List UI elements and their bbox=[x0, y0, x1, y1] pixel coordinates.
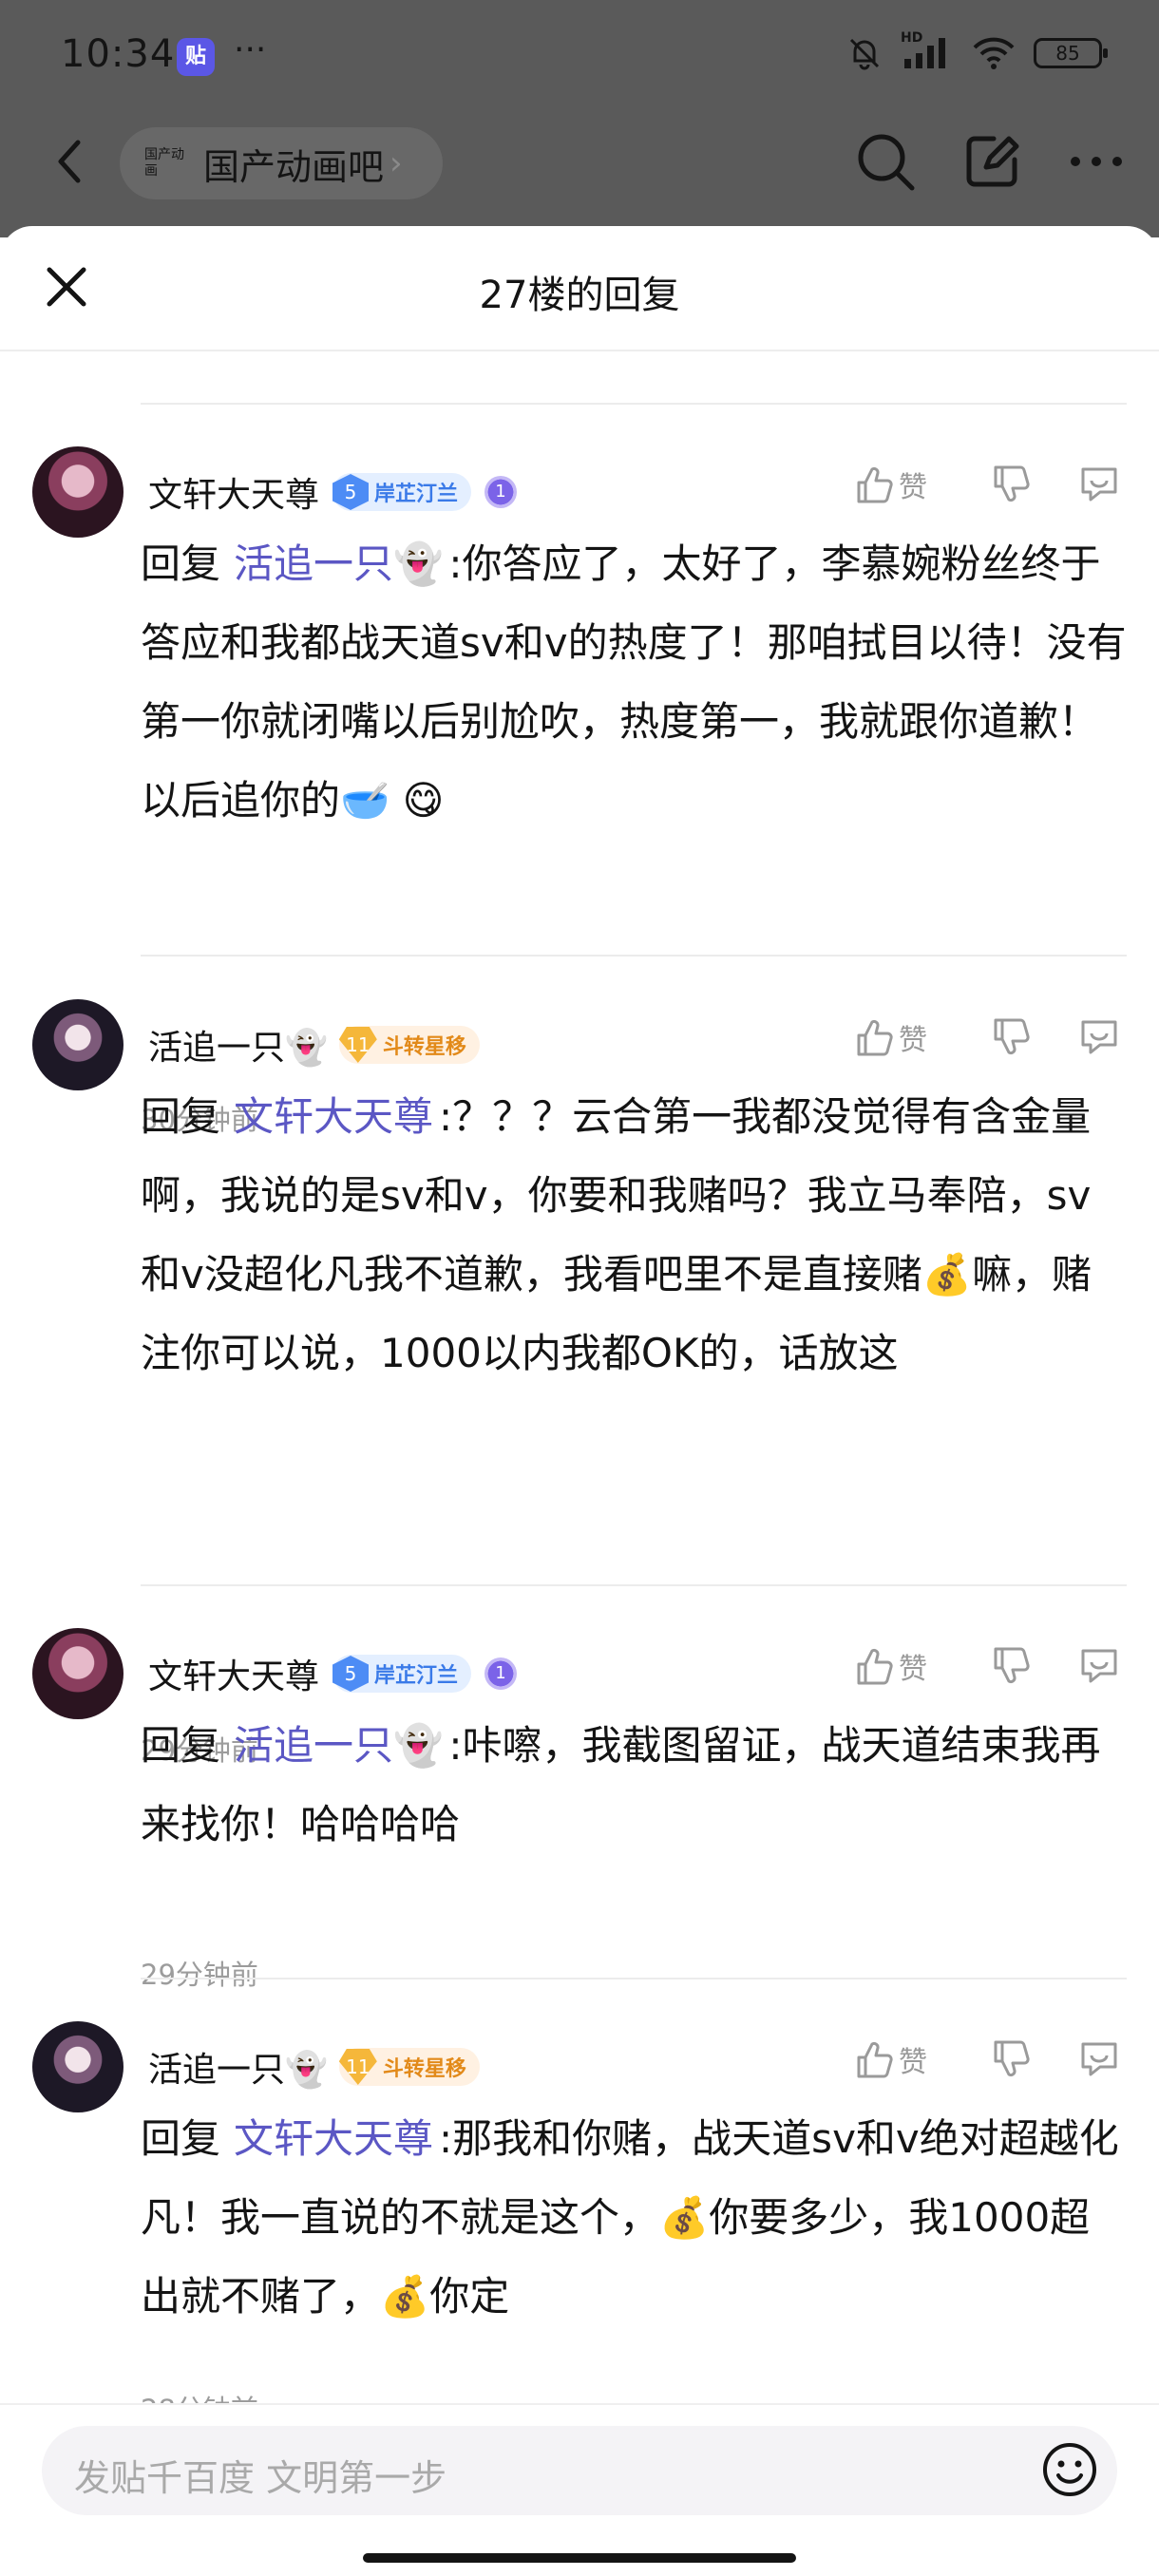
forum-logo: 国产动画 bbox=[144, 147, 184, 179]
avatar[interactable] bbox=[32, 999, 124, 1090]
username[interactable]: 活追一只👻 bbox=[148, 2042, 328, 2092]
badge-title: 岸芷汀兰 bbox=[374, 1664, 459, 1688]
member-badge[interactable]: 11 斗转星移 bbox=[338, 2048, 480, 2086]
reply-text: 回复 文轩大天尊:？？？云合第一我都没觉得有含金量啊，我说的是sv和v，你要和我赌… bbox=[141, 1077, 1129, 1392]
search-icon[interactable] bbox=[853, 129, 918, 194]
divider bbox=[141, 403, 1127, 405]
username[interactable]: 文轩大天尊 bbox=[148, 467, 319, 517]
reply-prefix: 回复 bbox=[141, 2115, 221, 2162]
back-arrow-icon[interactable] bbox=[42, 133, 99, 190]
badge-level: 11 bbox=[338, 2049, 377, 2085]
status-time: 10:34 bbox=[61, 32, 176, 76]
rank-medal-icon: 1 bbox=[484, 1657, 518, 1690]
thumbs-up-icon bbox=[857, 1019, 893, 1056]
reply-text: 回复 文轩大天尊:那我和你赌，战天道sv和v绝对超越化凡！我一直说的不就是这个，💰… bbox=[141, 2099, 1129, 2336]
sheet-header: 27楼的回复 bbox=[0, 226, 1159, 351]
divider bbox=[141, 955, 1127, 957]
mention-link[interactable]: 活追一只👻 bbox=[234, 540, 443, 587]
composer-bar: 发贴千百度 文明第一步 bbox=[0, 2403, 1159, 2576]
avatar[interactable] bbox=[32, 1628, 124, 1719]
status-bar: 10:34 贴 ··· HD 85 bbox=[0, 0, 1159, 114]
thumbs-down-icon[interactable] bbox=[990, 1016, 1032, 1058]
member-badge[interactable]: 5 岸芷汀兰 bbox=[332, 1655, 472, 1693]
forum-name: 国产动画吧 bbox=[203, 145, 385, 188]
comment-reply-icon[interactable] bbox=[1077, 464, 1121, 505]
badge-title: 斗转星移 bbox=[382, 1035, 466, 1059]
like-label: 赞 bbox=[899, 1653, 927, 1686]
replies-sheet: 27楼的回复 文轩大天尊 5 岸芷汀兰 1 赞 回复 活追一只👻:你答应了，太… bbox=[0, 226, 1159, 2576]
wifi-icon bbox=[973, 37, 1015, 69]
divider bbox=[141, 1978, 1127, 1979]
thumbs-down-icon[interactable] bbox=[990, 464, 1032, 505]
badge-title: 斗转星移 bbox=[382, 2057, 466, 2081]
badge-level: 11 bbox=[338, 1027, 377, 1063]
home-indicator[interactable] bbox=[363, 2553, 796, 2563]
reply-prefix: 回复 bbox=[141, 1093, 221, 1140]
like-label: 赞 bbox=[899, 471, 927, 504]
reply-actions: 赞 bbox=[853, 1016, 1121, 1058]
member-badge[interactable]: 11 斗转星移 bbox=[338, 1026, 480, 1064]
thumbs-down-icon[interactable] bbox=[990, 2038, 1032, 2080]
forum-link[interactable]: 国产动画 国产动画吧 › bbox=[120, 127, 443, 199]
nav-actions bbox=[853, 129, 1127, 194]
timestamp: 29分钟前 bbox=[141, 1959, 258, 1991]
reply-actions: 赞 bbox=[853, 464, 1121, 505]
username-row: 文轩大天尊 5 岸芷汀兰 1 bbox=[148, 1649, 518, 1698]
thumbs-up-icon bbox=[857, 1648, 893, 1685]
member-badge[interactable]: 5 岸芷汀兰 bbox=[332, 473, 472, 511]
more-options-icon[interactable] bbox=[1066, 131, 1127, 192]
mention-link[interactable]: 文轩大天尊 bbox=[234, 1093, 433, 1140]
like-button[interactable]: 赞 bbox=[853, 1016, 944, 1058]
like-button[interactable]: 赞 bbox=[853, 1645, 944, 1687]
signal-icon: HD bbox=[901, 30, 954, 72]
emoji-icon[interactable] bbox=[1039, 2439, 1100, 2500]
username[interactable]: 文轩大天尊 bbox=[148, 1649, 319, 1698]
status-icons: HD 85 bbox=[846, 30, 1108, 72]
thumbs-up-icon bbox=[857, 466, 893, 503]
sheet-title: 27楼的回复 bbox=[479, 274, 680, 317]
mute-bell-icon bbox=[849, 38, 880, 70]
divider bbox=[141, 1584, 1127, 1586]
thumbs-down-icon[interactable] bbox=[990, 1645, 1032, 1687]
comment-reply-icon[interactable] bbox=[1077, 2038, 1121, 2080]
reply-text: 回复 活追一只👻:你答应了，太好了，李慕婉粉丝终于答应和我都战天道sv和v的热度了… bbox=[141, 524, 1129, 840]
mention-link[interactable]: 文轩大天尊 bbox=[234, 2115, 433, 2162]
like-button[interactable]: 赞 bbox=[853, 464, 944, 505]
username-row: 活追一只👻 11 斗转星移 bbox=[148, 1020, 480, 1070]
like-label: 赞 bbox=[899, 2046, 927, 2079]
battery-icon: 85 bbox=[1034, 38, 1108, 68]
status-more-icon: ··· bbox=[234, 30, 267, 69]
reply-input[interactable]: 发贴千百度 文明第一步 bbox=[42, 2426, 1117, 2515]
like-button[interactable]: 赞 bbox=[853, 2038, 944, 2080]
reply-text: 回复 活追一只👻:咔嚓，我截图留证，战天道结束我再来找你！哈哈哈哈 bbox=[141, 1706, 1129, 1864]
avatar[interactable] bbox=[32, 446, 124, 538]
badge-title: 岸芷汀兰 bbox=[374, 483, 459, 506]
forum-nav-bar: 国产动画 国产动画吧 › bbox=[0, 120, 1159, 205]
username-row: 活追一只👻 11 斗转星移 bbox=[148, 2042, 480, 2092]
reply-actions: 赞 bbox=[853, 2038, 1121, 2080]
username-row: 文轩大天尊 5 岸芷汀兰 1 bbox=[148, 467, 518, 517]
avatar[interactable] bbox=[32, 2021, 124, 2112]
tieba-app-icon: 贴 bbox=[177, 38, 215, 76]
username[interactable]: 活追一只👻 bbox=[148, 1020, 328, 1070]
reply-prefix: 回复 bbox=[141, 1722, 221, 1769]
edit-post-icon[interactable] bbox=[961, 131, 1022, 192]
comment-reply-icon[interactable] bbox=[1077, 1645, 1121, 1687]
comment-reply-icon[interactable] bbox=[1077, 1016, 1121, 1058]
badge-level: 5 bbox=[332, 474, 370, 510]
reply-actions: 赞 bbox=[853, 1645, 1121, 1687]
thumbs-up-icon bbox=[857, 2041, 893, 2078]
rank-medal-icon: 1 bbox=[484, 476, 518, 508]
chevron-right-icon: › bbox=[390, 144, 403, 182]
reply-prefix: 回复 bbox=[141, 540, 221, 587]
reply-input-placeholder: 发贴千百度 文明第一步 bbox=[74, 2457, 447, 2499]
badge-level: 5 bbox=[332, 1656, 370, 1692]
like-label: 赞 bbox=[899, 1024, 927, 1057]
mention-link[interactable]: 活追一只👻 bbox=[234, 1722, 443, 1769]
